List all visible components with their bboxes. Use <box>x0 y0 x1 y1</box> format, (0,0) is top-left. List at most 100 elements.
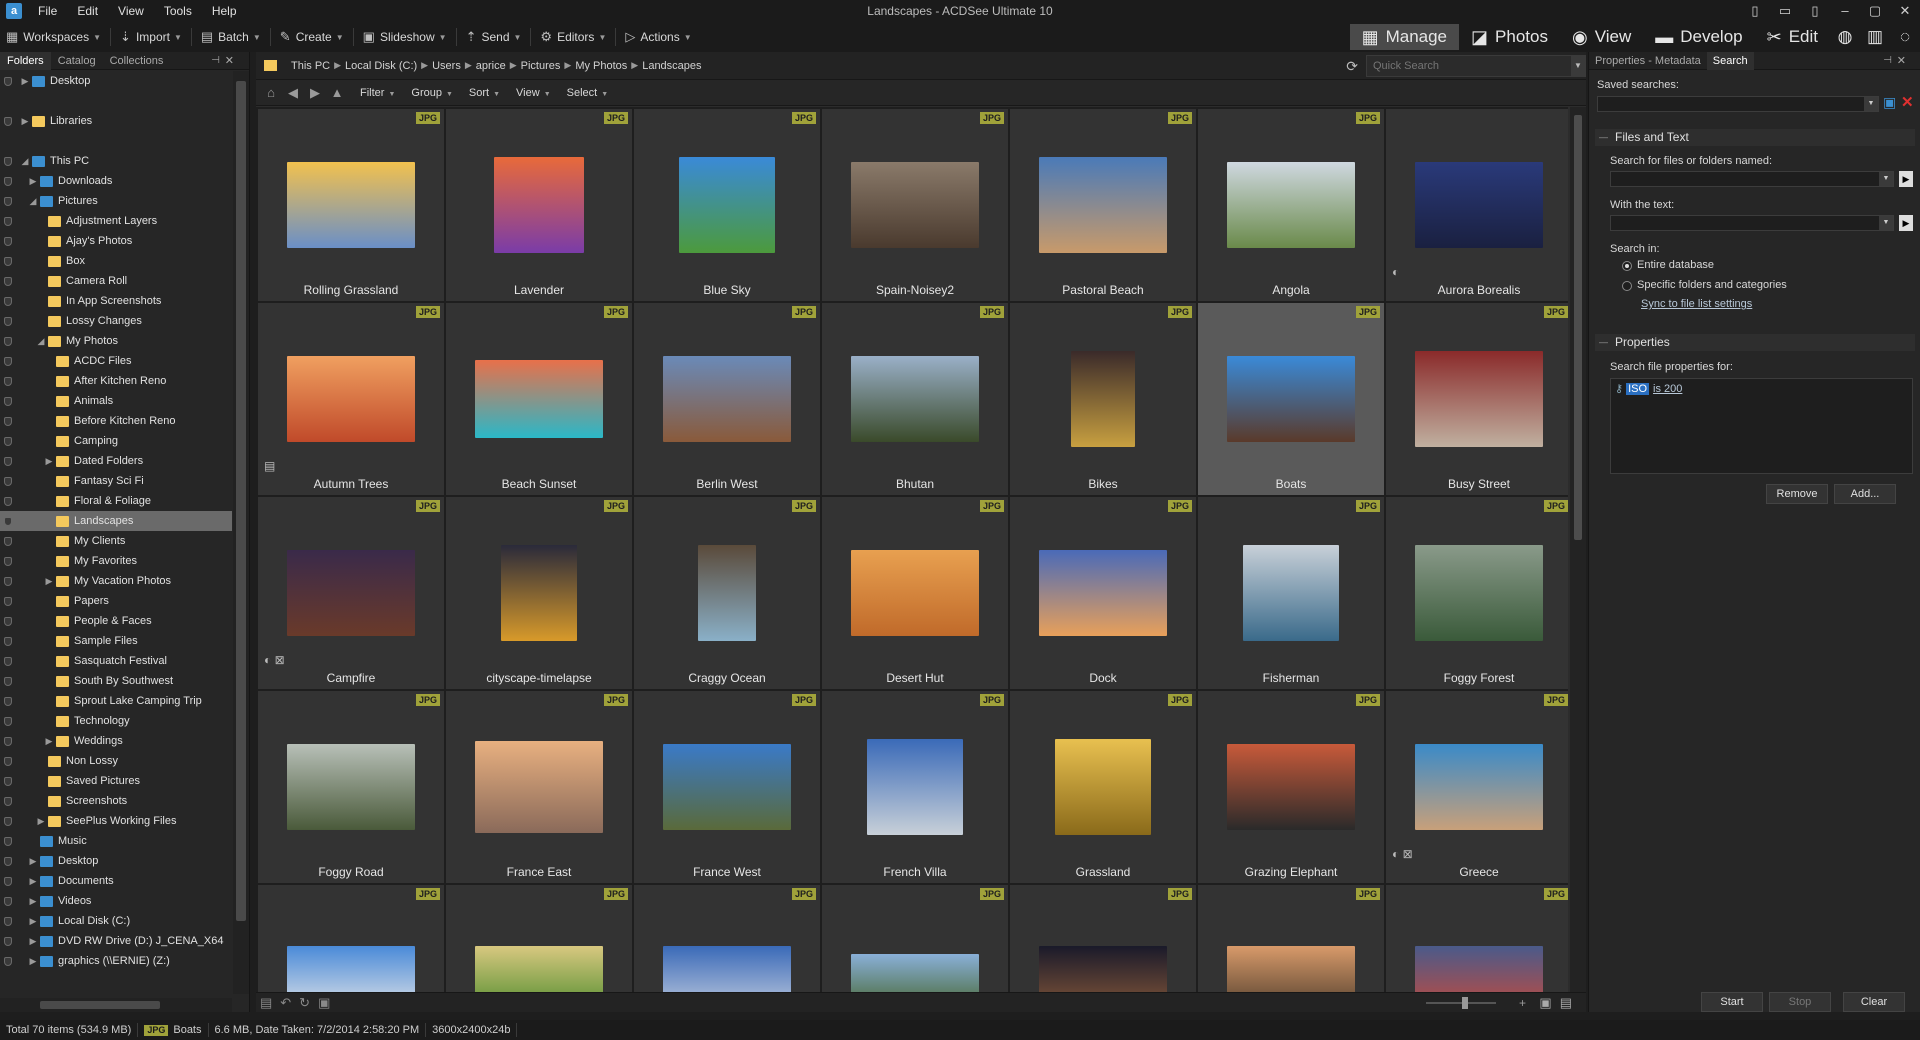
tree-item[interactable]: Non Lossy <box>0 751 232 771</box>
thumbnail-tile[interactable]: JPG Blue Sky <box>634 109 820 301</box>
maximize-button[interactable]: ▢ <box>1860 0 1890 22</box>
collapse-arrow-icon[interactable]: ◢ <box>36 331 46 351</box>
thumbnail-tile[interactable]: JPG Pastoral Beach <box>1010 109 1196 301</box>
expand-arrow-icon[interactable]: ▶ <box>44 451 54 471</box>
thumbnail-tile[interactable]: JPG Foggy Road <box>258 691 444 883</box>
thumbnail-tile[interactable]: JPG Lavender <box>446 109 632 301</box>
zoom-in-icon[interactable]: + <box>1519 996 1526 1010</box>
thumbnail-image[interactable] <box>1415 545 1543 641</box>
thumbnail-image[interactable] <box>1039 550 1167 636</box>
minimize-button[interactable]: – <box>1830 0 1860 22</box>
property-condition-row[interactable]: ⚷ ISO is 200 <box>1615 382 1682 395</box>
mode-view[interactable]: ◉ View <box>1560 24 1643 50</box>
bottom-tool-icons[interactable]: ▤↶↻▣ <box>260 995 338 1011</box>
thumbnail-image[interactable] <box>475 360 603 438</box>
thumbnail-image[interactable] <box>501 545 577 641</box>
thumbnail-image[interactable] <box>287 744 415 830</box>
tree-item[interactable]: Sample Files <box>0 631 232 651</box>
mode-manage[interactable]: ▦ Manage <box>1349 24 1460 50</box>
tree-item[interactable]: Landscapes <box>0 511 232 531</box>
files-and-text-header[interactable]: Files and Text <box>1595 129 1915 146</box>
refresh-icon[interactable]: ⟳ <box>1346 58 1358 75</box>
tree-item[interactable]: ▶ My Vacation Photos <box>0 571 232 591</box>
tree-item[interactable]: Camera Roll <box>0 271 232 291</box>
tree-item[interactable]: ▶ Downloads <box>0 171 232 191</box>
thumbnail-scrollbar[interactable] <box>1570 107 1586 992</box>
tree-item[interactable]: Camping <box>0 431 232 451</box>
thumbnail-image[interactable] <box>867 739 963 835</box>
tree-item[interactable]: ▶ Videos <box>0 891 232 911</box>
property-field[interactable]: ISO <box>1626 382 1650 395</box>
thumbnail-tile[interactable]: JPG Rolling Grassland <box>258 109 444 301</box>
tree-item[interactable]: Floral & Foliage <box>0 491 232 511</box>
create-button[interactable]: ✎ Create ▼ <box>274 22 350 52</box>
tree-item[interactable]: ◢ My Photos <box>0 331 232 351</box>
breadcrumb-item[interactable]: Local Disk (C:) <box>341 60 421 72</box>
dashboard-icon[interactable]: ▥ <box>1860 24 1890 50</box>
thumbnail-tile[interactable]: JPG Grazing Elephant <box>1198 691 1384 883</box>
thumbnail-tile[interactable]: JPG Angola <box>1198 109 1384 301</box>
close-pane-icon[interactable]: ✕ <box>1891 52 1912 70</box>
tree-item[interactable]: People & Faces <box>0 611 232 631</box>
up-icon[interactable]: ▲ <box>330 85 344 100</box>
thumbnail-image[interactable] <box>287 356 415 442</box>
thumbnail-tile[interactable]: JPG Boats <box>1198 303 1384 495</box>
thumbnail-tile[interactable]: JPG ◐ ⊠ Campfire <box>258 497 444 689</box>
thumbnail-image[interactable] <box>1227 946 1355 992</box>
tab-search[interactable]: Search <box>1706 51 1754 70</box>
thumbnail-image[interactable] <box>1055 739 1151 835</box>
thumbnail-image[interactable] <box>1415 351 1543 447</box>
thumbnail-tile[interactable]: JPG <box>822 885 1008 992</box>
thumbnail-tile[interactable]: JPG Desert Hut <box>822 497 1008 689</box>
thumbnail-tile[interactable]: JPG French Villa <box>822 691 1008 883</box>
actions-button[interactable]: ▷ Actions ▼ <box>619 22 697 52</box>
layout-left-icon[interactable]: ▯ <box>1740 0 1770 22</box>
folder-tree-scrollbar[interactable] <box>233 71 249 994</box>
thumbnail-tile[interactable]: JPG Foggy Forest <box>1386 497 1568 689</box>
filter-view-button[interactable]: View ▼ <box>508 87 559 99</box>
save-search-icon[interactable]: ▣ <box>1883 94 1896 111</box>
send-button[interactable]: ⇡ Send ▼ <box>460 22 528 52</box>
layout-right-icon[interactable]: ▯ <box>1800 0 1830 22</box>
tree-item[interactable]: Saved Pictures <box>0 771 232 791</box>
thumbnail-image[interactable] <box>663 946 791 992</box>
import-button[interactable]: ⇣ Import ▼ <box>114 22 188 52</box>
thumbnail-image[interactable] <box>851 356 979 442</box>
tree-item[interactable]: ▶ Desktop <box>0 851 232 871</box>
thumbnail-image[interactable] <box>494 157 584 253</box>
thumbnail-tile[interactable]: JPG Fisherman <box>1198 497 1384 689</box>
expand-arrow-icon[interactable]: ▶ <box>44 731 54 751</box>
thumbnail-image[interactable] <box>1227 744 1355 830</box>
thumbnail-tile[interactable]: JPG Bikes <box>1010 303 1196 495</box>
breadcrumb-item[interactable]: Pictures <box>517 60 565 72</box>
thumbnail-image[interactable] <box>1415 162 1543 248</box>
thumbnail-tile[interactable]: JPG Busy Street <box>1386 303 1568 495</box>
tree-item[interactable]: Sasquatch Festival <box>0 651 232 671</box>
slideshow-button[interactable]: ▣ Slideshow ▼ <box>357 22 453 52</box>
thumbnail-image[interactable] <box>1071 351 1135 447</box>
expand-arrow-icon[interactable]: ▶ <box>20 111 30 131</box>
thumbnail-tile[interactable]: JPG <box>1198 885 1384 992</box>
tree-item[interactable]: ▶ Dated Folders <box>0 451 232 471</box>
tree-item[interactable]: ▶ DVD RW Drive (D:) J_CENA_X64 <box>0 931 232 951</box>
filter-sort-button[interactable]: Sort ▼ <box>461 87 508 99</box>
app-logo-icon[interactable]: a <box>6 3 22 19</box>
add-button[interactable]: Add... <box>1834 484 1896 504</box>
workspaces-button[interactable]: ▦ Workspaces ▼ <box>0 22 107 52</box>
online-icon[interactable]: ◌ <box>1890 24 1920 50</box>
tree-item[interactable]: Lossy Changes <box>0 311 232 331</box>
thumbnail-tile[interactable]: JPG <box>1386 885 1568 992</box>
expand-arrow-icon[interactable]: ▶ <box>28 931 38 951</box>
thumbnail-image[interactable] <box>475 741 603 833</box>
saved-searches-combo[interactable]: ▼ <box>1597 96 1879 112</box>
expand-arrow-icon[interactable]: ▶ <box>28 891 38 911</box>
tree-item[interactable]: Before Kitchen Reno <box>0 411 232 431</box>
tree-item[interactable]: After Kitchen Reno <box>0 371 232 391</box>
home-icon[interactable]: ⌂ <box>264 85 278 100</box>
forward-icon[interactable]: ▶ <box>308 85 322 101</box>
property-conditions-box[interactable]: ⚷ ISO is 200 <box>1610 378 1913 474</box>
thumbnail-tile[interactable]: JPG France West <box>634 691 820 883</box>
thumbnail-image[interactable] <box>287 946 415 992</box>
thumbnail-tile[interactable]: JPG cityscape-timelapse <box>446 497 632 689</box>
tree-item[interactable]: ACDC Files <box>0 351 232 371</box>
